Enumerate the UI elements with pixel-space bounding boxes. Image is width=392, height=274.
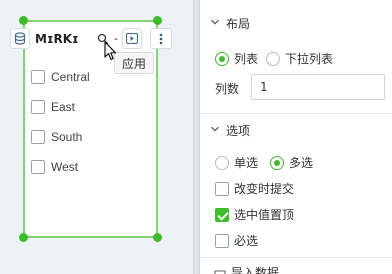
radio-button[interactable] <box>270 155 284 170</box>
radio-single-select[interactable]: 单选 <box>215 154 258 171</box>
radio-label: 多选 <box>289 156 314 170</box>
mouse-cursor-icon <box>104 41 117 61</box>
radio-label: 单选 <box>234 156 259 170</box>
database-icon[interactable] <box>10 28 30 49</box>
radio-button[interactable] <box>215 51 229 66</box>
apply-tooltip: 应用 <box>114 52 154 74</box>
checkbox[interactable] <box>31 130 45 144</box>
checkbox-label: 必选 <box>234 234 259 248</box>
checkbox[interactable] <box>31 160 45 174</box>
option-label: West <box>51 160 79 174</box>
list-item[interactable]: Central <box>31 62 90 92</box>
list-item[interactable]: South <box>31 122 90 152</box>
list-item[interactable]: West <box>31 152 90 182</box>
divider <box>200 113 392 114</box>
checkbox[interactable] <box>215 207 229 222</box>
import-data-section-header[interactable]: 导入数据 <box>214 264 279 274</box>
radio-label: 列表 <box>234 52 259 66</box>
checkbox-label: 改变时提交 <box>234 182 295 196</box>
resize-handle-top-right[interactable] <box>153 16 162 25</box>
radio-button[interactable] <box>266 51 280 66</box>
option-label: Central <box>51 70 90 84</box>
chevron-down-icon <box>211 19 219 25</box>
checkbox-required[interactable]: 必选 <box>215 232 258 249</box>
resize-handle-bottom-right[interactable] <box>153 233 162 242</box>
option-list: Central East South West <box>31 62 90 182</box>
radio-multi-select[interactable]: 多选 <box>270 154 313 171</box>
resize-handle-top-left[interactable] <box>19 16 28 25</box>
radio-list[interactable]: 列表 <box>215 50 258 67</box>
columns-label: 列数 <box>215 82 240 96</box>
checkbox-submit-on-change[interactable]: 改变时提交 <box>215 180 294 197</box>
options-section-header[interactable]: 选项 <box>200 116 392 144</box>
checkbox[interactable] <box>215 233 229 248</box>
option-label: East <box>51 100 76 114</box>
widget-toolbar: MɪRKɪ - <box>10 28 172 49</box>
checkbox[interactable] <box>31 100 45 114</box>
section-title: 选项 <box>226 123 251 138</box>
list-item[interactable]: East <box>31 92 90 122</box>
panel-splitter[interactable] <box>193 0 200 274</box>
section-title: 导入数据 <box>231 266 280 274</box>
import-icon <box>214 269 226 274</box>
option-label: South <box>51 130 83 144</box>
preview-icon[interactable] <box>122 28 142 49</box>
section-title: 布局 <box>226 16 251 31</box>
checkbox-label: 选中值置顶 <box>234 208 295 222</box>
radio-dropdown-list[interactable]: 下拉列表 <box>266 50 333 67</box>
divider <box>200 257 392 258</box>
widget-title-label: MɪRKɪ <box>32 28 92 49</box>
property-panel: 布局 列表 下拉列表 列数 选项 单选 多选 改变时提交 选中值置顶 必选 <box>200 0 392 274</box>
layout-section-header[interactable]: 布局 <box>200 9 392 37</box>
checkbox[interactable] <box>31 70 45 84</box>
chevron-down-icon <box>211 126 219 132</box>
checkbox[interactable] <box>215 181 229 196</box>
columns-input[interactable] <box>251 74 385 100</box>
radio-button[interactable] <box>215 155 229 170</box>
more-options-icon[interactable] <box>150 28 172 49</box>
checkbox-selected-on-top[interactable]: 选中值置顶 <box>215 206 294 223</box>
radio-label: 下拉列表 <box>285 52 334 66</box>
resize-handle-bottom-left[interactable] <box>19 233 28 242</box>
